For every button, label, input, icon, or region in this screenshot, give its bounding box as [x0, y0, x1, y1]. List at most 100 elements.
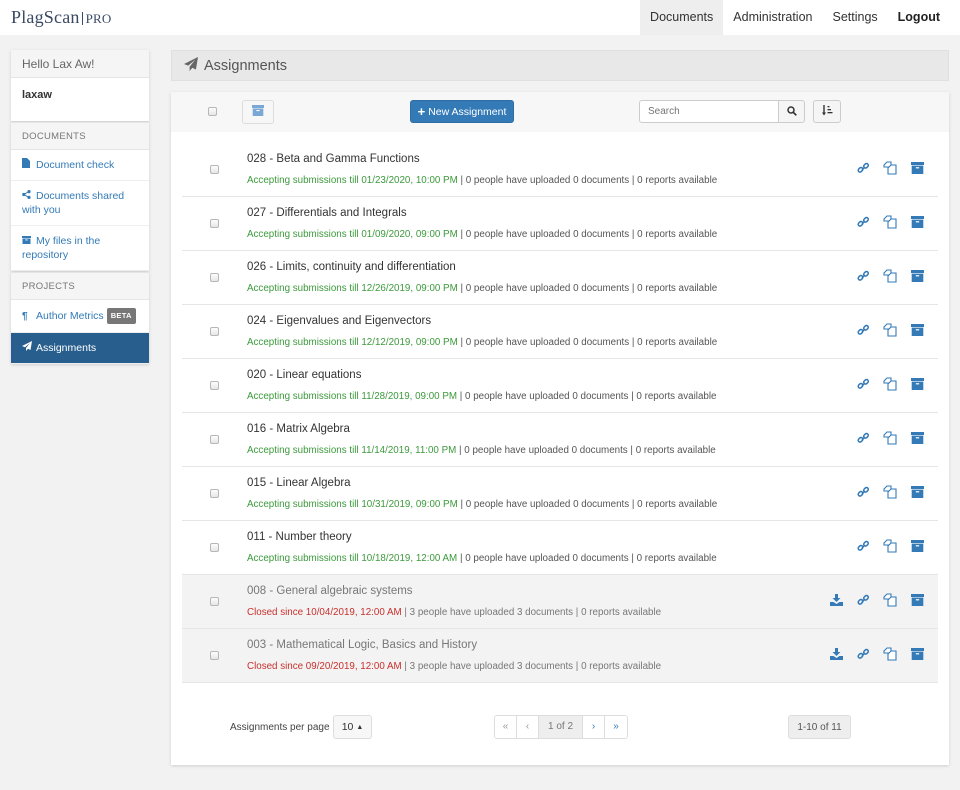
search-button[interactable]: [778, 100, 805, 123]
beta-badge: BETA: [106, 308, 136, 324]
new-assignment-button[interactable]: + New Assignment: [410, 100, 514, 123]
nav-logout[interactable]: Logout: [888, 0, 950, 35]
assignment-meta: Closed since 10/04/2019, 12:00 AM | 3 pe…: [247, 607, 661, 618]
assignment-row[interactable]: 015 - Linear Algebra Accepting submissio…: [182, 467, 938, 521]
row-checkbox[interactable]: [210, 165, 219, 174]
archive-icon[interactable]: [910, 485, 924, 499]
row-checkbox[interactable]: [210, 543, 219, 552]
sort-button[interactable]: [813, 100, 841, 123]
archive-icon[interactable]: [910, 647, 924, 661]
assignment-stats: | 0 people have uploaded 0 documents | 0…: [457, 175, 718, 186]
link-icon[interactable]: [856, 485, 870, 499]
sidebar-item-author-metrics[interactable]: ¶ Author Metrics BETA: [11, 300, 149, 333]
row-checkbox[interactable]: [210, 597, 219, 606]
row-checkbox[interactable]: [210, 489, 219, 498]
copy-icon[interactable]: [883, 431, 897, 445]
next-page-button[interactable]: ›: [583, 716, 605, 738]
sidebar-item-repository-files[interactable]: My files in the repository: [11, 226, 149, 271]
link-icon[interactable]: [856, 215, 870, 229]
assignment-stats: | 0 people have uploaded 0 documents | 0…: [457, 283, 718, 294]
last-page-button[interactable]: »: [605, 716, 627, 738]
link-icon[interactable]: [856, 161, 870, 175]
archive-selected-button[interactable]: [242, 100, 274, 124]
row-actions: [816, 647, 924, 661]
archive-icon[interactable]: [910, 431, 924, 445]
link-icon[interactable]: [856, 323, 870, 337]
download-icon[interactable]: [829, 593, 843, 607]
paper-plane-icon: [22, 341, 32, 355]
assignment-title[interactable]: 027 - Differentials and Integrals: [247, 207, 407, 219]
sidebar-item-assignments[interactable]: Assignments: [11, 333, 149, 364]
per-page-dropdown[interactable]: 10 ▲: [333, 715, 372, 739]
assignment-title[interactable]: 026 - Limits, continuity and differentia…: [247, 261, 456, 273]
assignment-title[interactable]: 020 - Linear equations: [247, 369, 361, 381]
link-icon[interactable]: [856, 377, 870, 391]
copy-icon[interactable]: [883, 377, 897, 391]
row-checkbox[interactable]: [210, 435, 219, 444]
archive-icon[interactable]: [910, 215, 924, 229]
archive-icon[interactable]: [910, 323, 924, 337]
plagscan-logo[interactable]: PlagScan PRO: [11, 7, 111, 28]
copy-icon[interactable]: [883, 593, 897, 607]
nav-documents[interactable]: Documents: [640, 0, 724, 35]
nav-settings[interactable]: Settings: [822, 0, 887, 35]
assignment-status: Accepting submissions till 11/14/2019, 1…: [247, 445, 457, 456]
search-input[interactable]: [639, 100, 779, 123]
assignment-title[interactable]: 016 - Matrix Algebra: [247, 423, 350, 435]
copy-icon[interactable]: [883, 485, 897, 499]
assignment-row[interactable]: 016 - Matrix Algebra Accepting submissio…: [182, 413, 938, 467]
row-checkbox[interactable]: [210, 327, 219, 336]
assignment-row[interactable]: 008 - General algebraic systems Closed s…: [182, 575, 938, 629]
row-actions: [843, 161, 924, 175]
first-page-button[interactable]: «: [495, 716, 517, 738]
row-checkbox[interactable]: [210, 219, 219, 228]
assignment-row[interactable]: 024 - Eigenvalues and Eigenvectors Accep…: [182, 305, 938, 359]
sidebar-item-label: Author Metrics: [36, 310, 104, 322]
copy-icon[interactable]: [883, 215, 897, 229]
pagination: « ‹ 1 of 2 › »: [494, 715, 628, 739]
download-icon[interactable]: [829, 647, 843, 661]
assignment-row[interactable]: 026 - Limits, continuity and differentia…: [182, 251, 938, 305]
assignment-meta: Accepting submissions till 12/12/2019, 0…: [247, 337, 717, 348]
prev-page-button[interactable]: ‹: [517, 716, 539, 738]
link-icon[interactable]: [856, 539, 870, 553]
row-checkbox[interactable]: [210, 273, 219, 282]
assignment-title[interactable]: 015 - Linear Algebra: [247, 477, 351, 489]
nav-administration[interactable]: Administration: [723, 0, 822, 35]
assignment-title[interactable]: 003 - Mathematical Logic, Basics and His…: [247, 639, 477, 651]
assignment-title[interactable]: 028 - Beta and Gamma Functions: [247, 153, 420, 165]
copy-icon[interactable]: [883, 269, 897, 283]
assignment-row[interactable]: 011 - Number theory Accepting submission…: [182, 521, 938, 575]
sidebar-item-label: Document check: [36, 159, 115, 171]
archive-icon[interactable]: [910, 539, 924, 553]
archive-icon[interactable]: [910, 593, 924, 607]
assignment-row[interactable]: 027 - Differentials and Integrals Accept…: [182, 197, 938, 251]
link-icon[interactable]: [856, 269, 870, 283]
link-icon[interactable]: [856, 593, 870, 607]
new-assignment-label: New Assignment: [428, 105, 507, 118]
copy-icon[interactable]: [883, 161, 897, 175]
archive-icon[interactable]: [910, 377, 924, 391]
link-icon[interactable]: [856, 431, 870, 445]
assignment-row[interactable]: 028 - Beta and Gamma Functions Accepting…: [182, 143, 938, 197]
assignment-row[interactable]: 020 - Linear equations Accepting submiss…: [182, 359, 938, 413]
username: laxaw: [22, 89, 52, 101]
assignment-title[interactable]: 024 - Eigenvalues and Eigenvectors: [247, 315, 431, 327]
archive-icon[interactable]: [910, 161, 924, 175]
assignment-title[interactable]: 011 - Number theory: [247, 531, 352, 543]
sidebar-item-shared-documents[interactable]: Documents shared with you: [11, 181, 149, 226]
row-checkbox[interactable]: [210, 381, 219, 390]
copy-icon[interactable]: [883, 323, 897, 337]
assignment-meta: Accepting submissions till 10/18/2019, 1…: [247, 553, 717, 564]
row-checkbox[interactable]: [210, 651, 219, 660]
copy-icon[interactable]: [883, 647, 897, 661]
link-icon[interactable]: [856, 647, 870, 661]
archive-icon[interactable]: [910, 269, 924, 283]
assignment-title[interactable]: 008 - General algebraic systems: [247, 585, 413, 597]
assignment-stats: | 0 people have uploaded 0 documents | 0…: [457, 499, 718, 510]
copy-icon[interactable]: [883, 539, 897, 553]
assignment-row[interactable]: 003 - Mathematical Logic, Basics and His…: [182, 629, 938, 683]
sidebar-item-document-check[interactable]: Document check: [11, 150, 149, 181]
select-all-checkbox[interactable]: [208, 107, 217, 116]
projects-heading: PROJECTS: [11, 272, 149, 300]
